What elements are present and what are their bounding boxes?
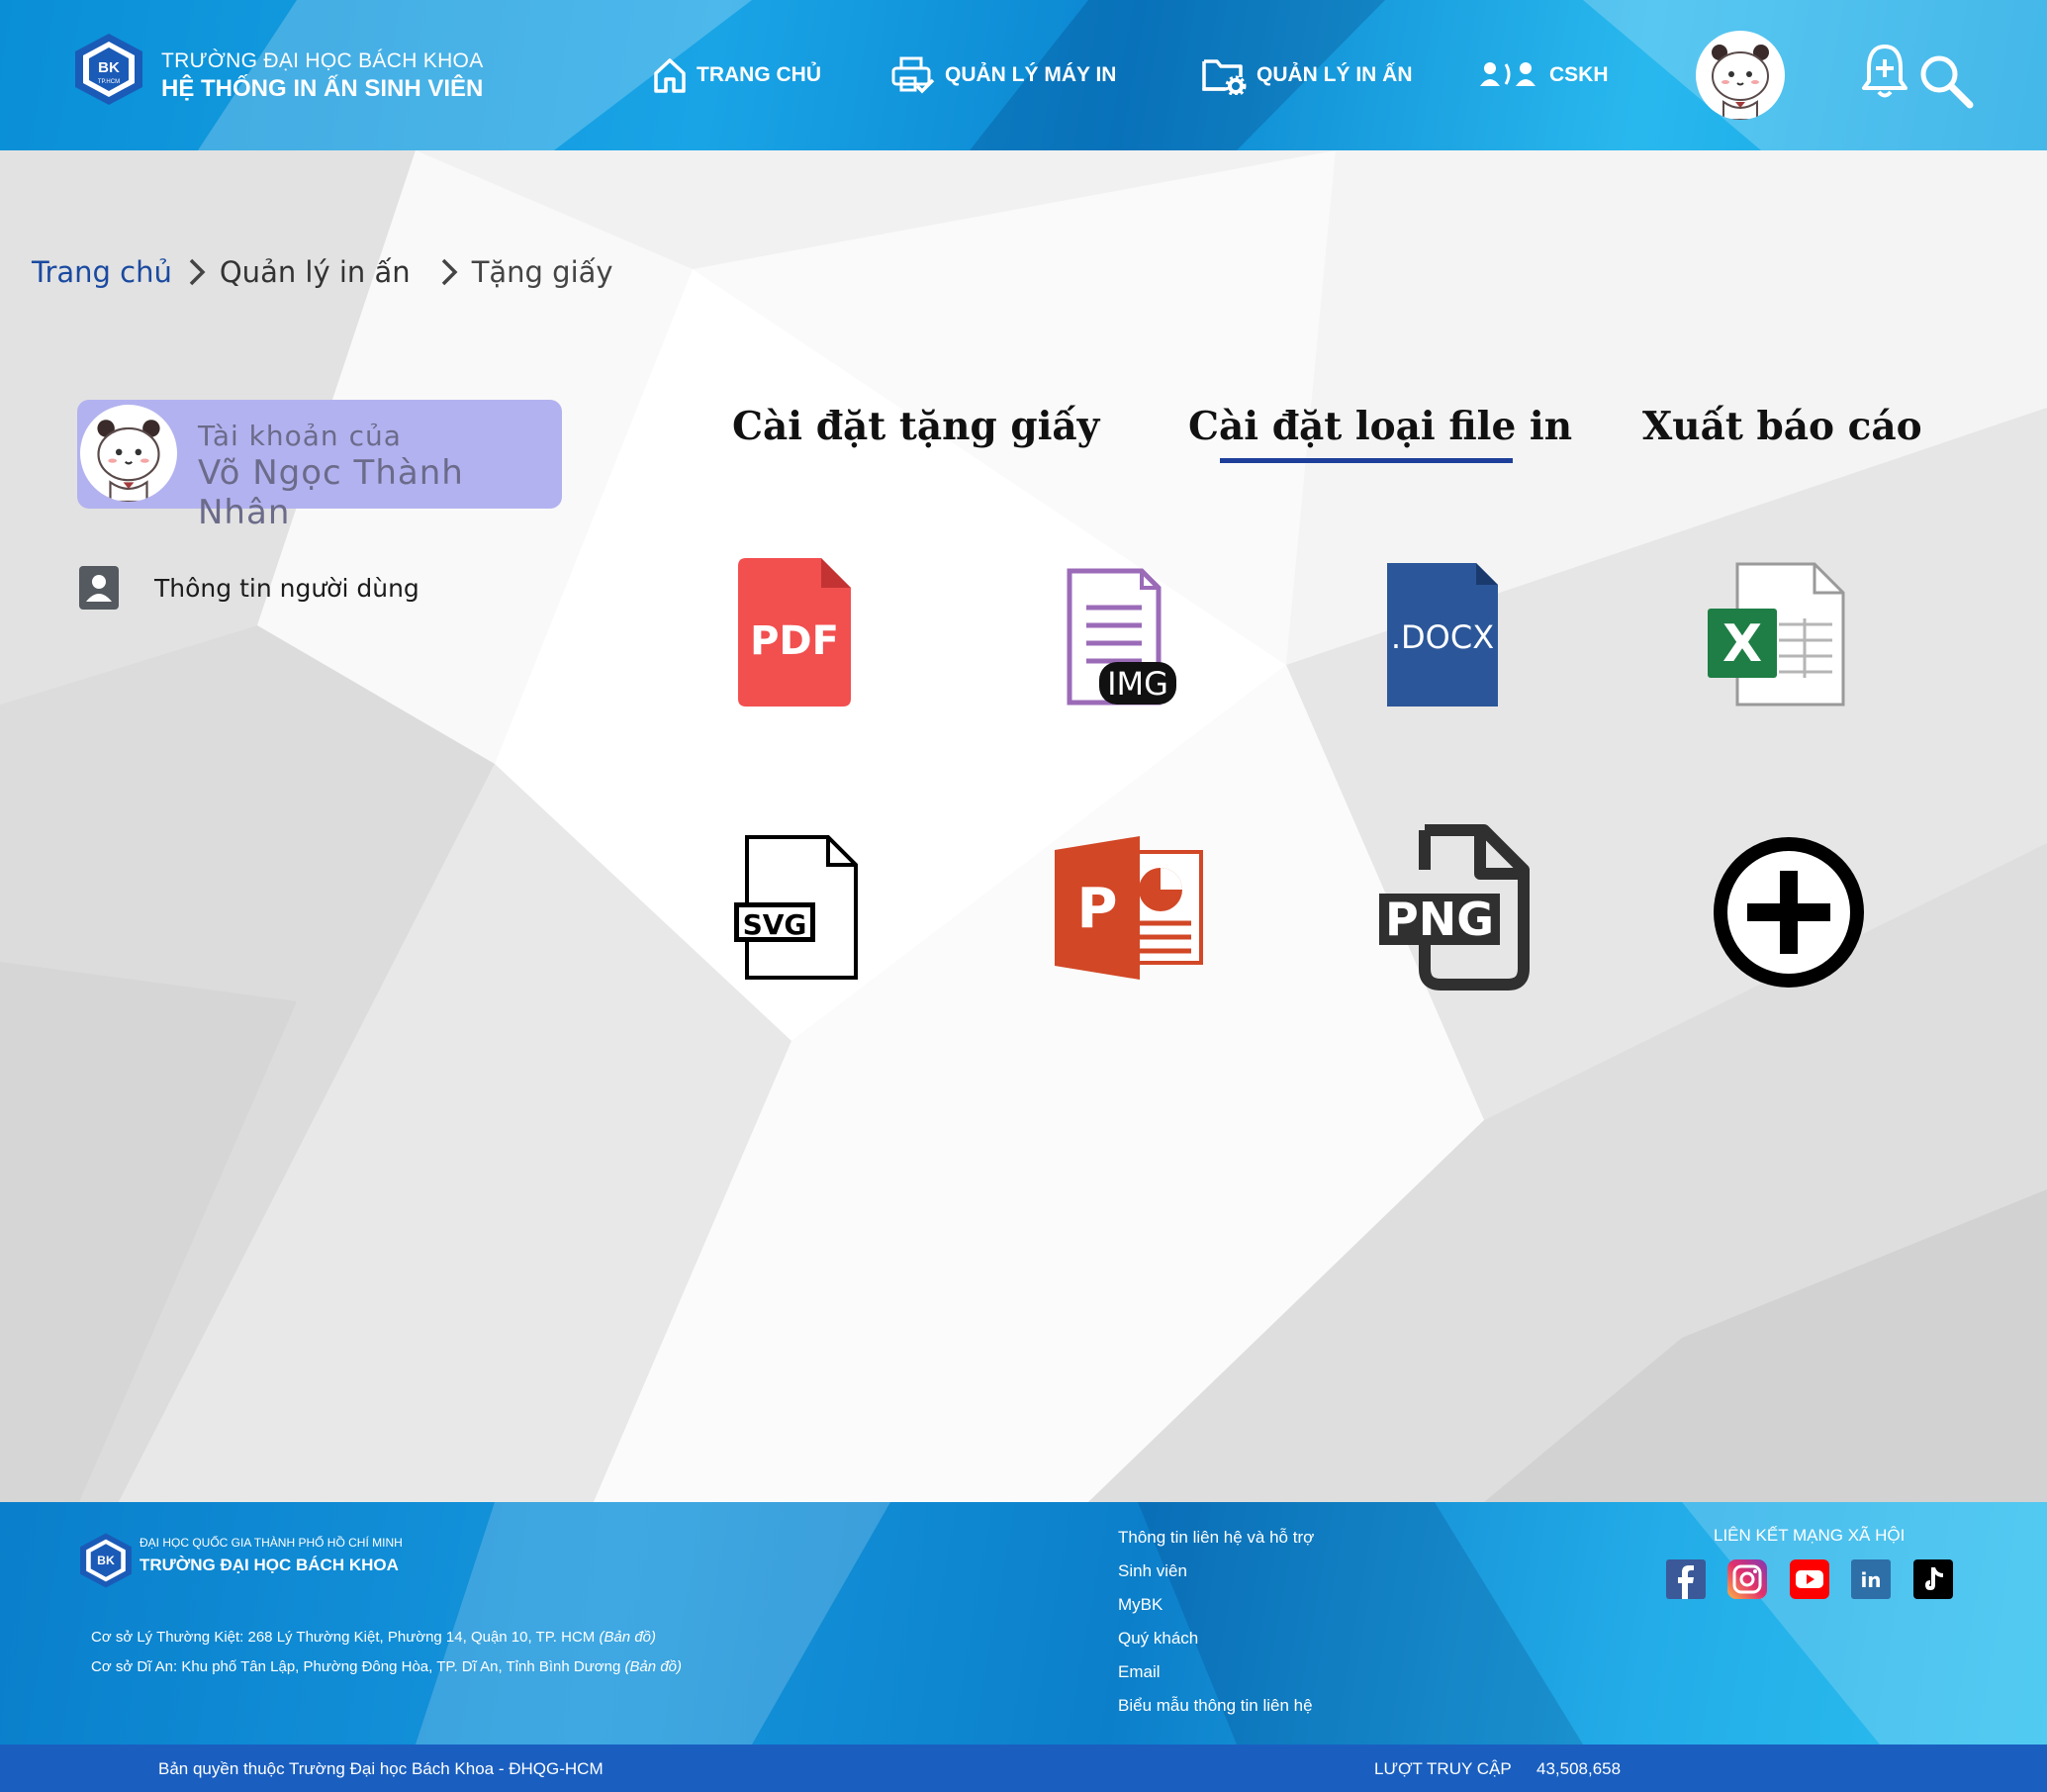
- sidebar-item-user-info[interactable]: Thông tin người dùng: [79, 566, 419, 610]
- nav-printer-management[interactable]: QUẢN LÝ MÁY IN: [891, 53, 1116, 97]
- breadcrumb: Trang chủ Quản lý in ấn Tặng giấy: [32, 255, 613, 289]
- home-icon: [654, 58, 686, 93]
- bk-footer-logo[interactable]: BK: [77, 1532, 135, 1589]
- breadcrumb-home[interactable]: Trang chủ: [32, 255, 172, 289]
- account-name: Võ Ngọc Thành Nhân: [198, 453, 464, 532]
- nav-customer-support-label: CSKH: [1549, 63, 1609, 86]
- logo-subtext: TP.HCM: [98, 79, 120, 85]
- tab-paper-gift-settings[interactable]: Cài đặt tặng giấy: [732, 404, 1099, 449]
- footer-link-mybk[interactable]: MyBK: [1118, 1595, 1163, 1615]
- site-brand: TRƯỜNG ĐẠI HỌC BÁCH KHOA HỆ THỐNG IN ẤN …: [161, 49, 484, 103]
- breadcrumb-current: Tặng giấy: [471, 255, 613, 289]
- account-avatar: [80, 405, 177, 502]
- nav-home[interactable]: TRANG CHỦ: [653, 53, 821, 97]
- tab-export-report[interactable]: Xuất báo cáo: [1642, 404, 1922, 449]
- abstract-background: [0, 150, 2047, 1502]
- social-links-title: LIÊN KẾT MẠNG XÃ HỘI: [1714, 1526, 1906, 1545]
- bear-avatar-icon: [97, 420, 160, 502]
- footer-address-2: Cơ sở Dĩ An: Khu phố Tân Lập, Phường Đôn…: [91, 1658, 682, 1675]
- footer-address-2-text: Cơ sở Dĩ An: Khu phố Tân Lập, Phường Đôn…: [91, 1658, 621, 1675]
- footer-parent-university: ĐẠI HỌC QUỐC GIA THÀNH PHỐ HỒ CHÍ MINH: [140, 1536, 403, 1550]
- footer-university-name: TRƯỜNG ĐẠI HỌC BÁCH KHOA: [140, 1556, 399, 1574]
- instagram-icon[interactable]: [1727, 1559, 1767, 1599]
- png-label: PNG: [1385, 893, 1494, 946]
- img-label: IMG: [1107, 665, 1168, 703]
- printer-check-icon: [891, 56, 935, 94]
- footer-logo-text: BK: [97, 1554, 115, 1567]
- search-icon[interactable]: [1916, 51, 1974, 109]
- logo-text: BK: [98, 59, 120, 76]
- youtube-icon[interactable]: [1790, 1559, 1829, 1599]
- sidebar-item-label: Thông tin người dùng: [154, 573, 419, 603]
- footer-address-1: Cơ sở Lý Thường Kiệt: 268 Lý Thường Kiệt…: [91, 1629, 656, 1646]
- svg-text:in: in: [1860, 1568, 1881, 1592]
- docx-label: .DOCX: [1391, 618, 1494, 656]
- chevron-right-icon: [440, 257, 458, 287]
- user-avatar[interactable]: [1696, 31, 1785, 120]
- footer-map-link-2[interactable]: (Bản đồ): [624, 1658, 682, 1675]
- system-name: HỆ THỐNG IN ẤN SINH VIÊN: [161, 75, 484, 102]
- add-file-type-button[interactable]: [1713, 836, 1865, 989]
- nav-home-label: TRANG CHỦ: [697, 63, 821, 86]
- folder-gear-icon: [1202, 59, 1247, 95]
- pdf-file-icon[interactable]: PDF: [738, 558, 851, 707]
- nav-print-management[interactable]: QUẢN LÝ IN ẤN: [1201, 53, 1413, 97]
- ppt-label: P: [1076, 877, 1117, 941]
- footer-link-email[interactable]: Email: [1118, 1662, 1161, 1682]
- footer-link-contact-support[interactable]: Thông tin liên hệ và hỗ trợ: [1118, 1528, 1314, 1548]
- notification-add-icon[interactable]: [1860, 42, 1909, 101]
- chevron-right-icon: [188, 257, 206, 287]
- xlsx-label: X: [1722, 614, 1762, 674]
- pdf-label: PDF: [750, 618, 839, 664]
- copyright-text: Bản quyền thuộc Trường Đại học Bách Khoa…: [158, 1759, 604, 1778]
- footer-address-1-text: Cơ sở Lý Thường Kiệt: 268 Lý Thường Kiệt…: [91, 1629, 596, 1646]
- bottom-bar: Bản quyền thuộc Trường Đại học Bách Khoa…: [0, 1745, 2047, 1792]
- linkedin-icon[interactable]: in: [1851, 1559, 1891, 1599]
- account-label: Tài khoản của: [198, 420, 402, 452]
- docx-file-icon[interactable]: .DOCX: [1387, 563, 1498, 707]
- footer-link-contact-form[interactable]: Biểu mẫu thông tin liên hệ: [1118, 1696, 1313, 1716]
- customer-support-icon: [1480, 62, 1535, 86]
- png-file-icon[interactable]: PNG: [1377, 824, 1530, 990]
- visits-count: 43,508,658: [1536, 1759, 1622, 1778]
- svg-label: SVG: [743, 908, 807, 941]
- school-name: TRƯỜNG ĐẠI HỌC BÁCH KHOA: [161, 49, 484, 72]
- image-file-icon[interactable]: IMG: [1067, 568, 1177, 707]
- powerpoint-file-icon[interactable]: P: [1055, 836, 1203, 980]
- nav-customer-support[interactable]: CSKH: [1480, 53, 1609, 97]
- facebook-icon[interactable]: [1666, 1559, 1706, 1599]
- bear-avatar-icon: [1712, 45, 1769, 120]
- footer-link-guests[interactable]: Quý khách: [1118, 1629, 1198, 1649]
- svg-file-icon[interactable]: SVG: [732, 834, 859, 981]
- account-card[interactable]: Tài khoản của Võ Ngọc Thành Nhân: [77, 400, 562, 532]
- nav-printer-management-label: QUẢN LÝ MÁY IN: [945, 63, 1117, 86]
- tiktok-icon[interactable]: [1913, 1559, 1953, 1599]
- excel-file-icon[interactable]: X: [1706, 561, 1846, 707]
- tab-file-type-settings[interactable]: Cài đặt loại file in: [1188, 404, 1572, 449]
- user-badge-icon: [79, 566, 119, 610]
- footer: BK ĐẠI HỌC QUỐC GIA THÀNH PHỐ HỒ CHÍ MIN…: [0, 1502, 2047, 1745]
- footer-link-students[interactable]: Sinh viên: [1118, 1561, 1187, 1581]
- active-tab-indicator: [1220, 458, 1513, 463]
- footer-map-link-1[interactable]: (Bản đồ): [599, 1629, 656, 1646]
- breadcrumb-print-management[interactable]: Quản lý in ấn: [220, 255, 411, 289]
- main-background: [0, 150, 2047, 1502]
- visits-label: LƯỢT TRUY CẬP: [1374, 1759, 1512, 1778]
- nav-print-management-label: QUẢN LÝ IN ẤN: [1256, 63, 1413, 86]
- bk-logo[interactable]: BK TP.HCM: [71, 32, 146, 107]
- top-header: BK TP.HCM TRƯỜNG ĐẠI HỌC BÁCH KHOA HỆ TH…: [0, 0, 2047, 150]
